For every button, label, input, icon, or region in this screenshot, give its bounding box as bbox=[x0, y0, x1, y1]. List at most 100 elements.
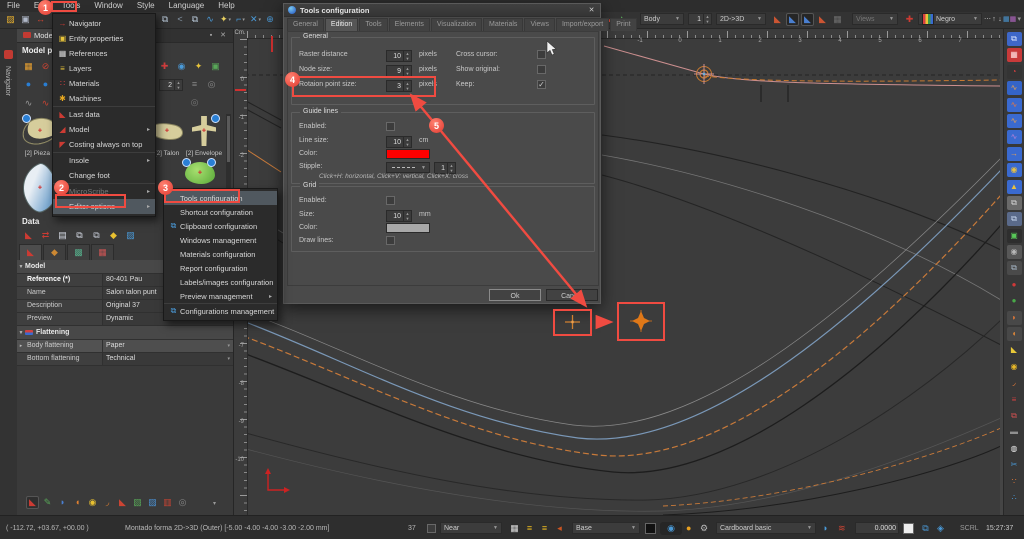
toolbar-icon[interactable]: ⋯ bbox=[984, 13, 991, 26]
material-dropdown[interactable]: Cardboard basic▼ bbox=[716, 522, 816, 534]
property-value[interactable]: Technical bbox=[106, 353, 135, 365]
bottom-tool-icon[interactable]: ✎ bbox=[41, 496, 54, 509]
data-tab[interactable]: ◆ bbox=[43, 244, 66, 261]
tool-icon[interactable]: ∿ bbox=[1007, 98, 1022, 112]
bottom-tool-icon[interactable]: ▨ bbox=[146, 496, 159, 509]
visibility-toggle[interactable]: ◉ bbox=[660, 522, 682, 535]
menu-item[interactable]: Windows management bbox=[164, 233, 277, 247]
data-toolbar-icon[interactable]: ▨ bbox=[124, 229, 137, 242]
dialog-tab[interactable]: Elements bbox=[389, 18, 430, 31]
menu-item[interactable]: ⧉ Configurations management bbox=[164, 303, 277, 318]
dialog-tab[interactable]: Visualization bbox=[431, 18, 482, 31]
data-toolbar-icon[interactable]: ⧉ bbox=[90, 229, 103, 242]
menu-item[interactable]: Tools configuration bbox=[164, 191, 277, 205]
toolbar-icon[interactable]: ▦ bbox=[1003, 13, 1010, 26]
tool-icon[interactable]: ✂ bbox=[1007, 458, 1022, 472]
grid-enabled-checkbox[interactable] bbox=[386, 196, 395, 205]
bottom-tool-icon[interactable]: ◣ bbox=[26, 496, 39, 509]
tool-icon[interactable]: ▬ bbox=[1007, 425, 1022, 439]
table-row[interactable]: ▸ Body flattening Paper▾ bbox=[17, 340, 233, 353]
tool-icon[interactable]: ⧉ bbox=[1007, 212, 1022, 226]
tool-icon[interactable]: ⧉ bbox=[1007, 261, 1022, 275]
toolbar-icon[interactable]: ⊕ bbox=[264, 13, 277, 26]
toolbar-icon[interactable]: ↔ bbox=[34, 13, 47, 26]
show-original-checkbox[interactable] bbox=[537, 65, 546, 74]
add-color-button[interactable]: ✚ bbox=[903, 13, 916, 26]
tool-icon[interactable]: ◞ bbox=[1007, 376, 1022, 390]
toolbar-icon[interactable]: ✕▾ bbox=[249, 13, 262, 26]
menu-item[interactable]: Insole ▸ bbox=[53, 152, 155, 168]
dialog-tab[interactable]: Print bbox=[610, 18, 636, 31]
dialog-tab[interactable]: Import/export bbox=[556, 18, 609, 31]
menu-item[interactable]: Preview management ▸ bbox=[164, 289, 277, 303]
menu-item[interactable]: ▣ Entity properties bbox=[53, 31, 155, 46]
dialog-tab[interactable]: Materials bbox=[483, 18, 523, 31]
dialog-title-bar[interactable]: Tools configuration bbox=[284, 4, 600, 17]
tool-icon[interactable]: ∿ bbox=[1007, 81, 1022, 95]
count-stepper[interactable]: 1▲▼ bbox=[688, 13, 712, 25]
menu-bar-item[interactable]: Edit bbox=[27, 0, 55, 12]
dialog-tab[interactable]: Edition bbox=[325, 18, 358, 31]
data-toolbar-icon[interactable]: ⇄ bbox=[39, 229, 52, 242]
menu-bar-item[interactable]: Help bbox=[211, 0, 241, 12]
close-icon[interactable]: ✕ bbox=[587, 6, 596, 15]
menu-item[interactable]: ◢ Model ▸ bbox=[53, 122, 155, 137]
status-icon[interactable]: ⧉ bbox=[919, 522, 932, 535]
pieces-toolbar-icon[interactable]: ◎ bbox=[188, 96, 201, 109]
ok-button[interactable]: Ok bbox=[489, 289, 541, 301]
toolbar-icon[interactable]: ▣ bbox=[19, 13, 32, 26]
shoe-view-icon[interactable]: ◣ bbox=[771, 13, 784, 26]
toolbar-icon[interactable]: ⧉ bbox=[189, 13, 202, 26]
tool-icon[interactable]: ⧉ bbox=[1007, 409, 1022, 423]
views-dropdown[interactable]: Views▼ bbox=[852, 13, 898, 25]
mode-dropdown[interactable]: 2D->3D▼ bbox=[716, 13, 766, 25]
bottom-tool-icon[interactable]: ◉ bbox=[86, 496, 99, 509]
status-icon[interactable]: ≡ bbox=[538, 522, 551, 535]
navigator-tab[interactable]: Navigator bbox=[4, 66, 11, 96]
tool-icon[interactable]: ≡ bbox=[1007, 393, 1022, 407]
toolbar-icon[interactable]: ⧉ bbox=[159, 13, 172, 26]
menu-item[interactable]: Shortcut configuration bbox=[164, 205, 277, 219]
table-group-flattening[interactable]: ▼ Flattening bbox=[17, 326, 233, 340]
lock-icon[interactable]: ● bbox=[686, 522, 691, 535]
data-toolbar-icon[interactable]: ▤ bbox=[56, 229, 69, 242]
dialog-tab[interactable]: General bbox=[287, 18, 324, 31]
data-tab[interactable]: ◣ bbox=[19, 244, 42, 261]
menu-item[interactable]: ∷ Materials bbox=[53, 76, 155, 91]
body-part-dropdown[interactable]: Body▼ bbox=[640, 13, 684, 25]
tool-icon[interactable]: ∿ bbox=[1007, 114, 1022, 128]
shoe-view-icon[interactable]: ◣ bbox=[786, 13, 799, 26]
toolbar-icon[interactable]: ⌐▾ bbox=[234, 13, 247, 26]
more-tools-arrow-icon[interactable]: ▾ bbox=[213, 500, 216, 507]
node-size-stepper[interactable]: 9▲▼ bbox=[386, 65, 412, 77]
tool-icon[interactable]: ◉ bbox=[1007, 245, 1022, 259]
dialog-tab[interactable]: Tools bbox=[359, 18, 387, 31]
menu-item[interactable]: ◤ Costing always on top bbox=[53, 137, 155, 152]
menu-item[interactable]: Report configuration bbox=[164, 261, 277, 275]
piece-item[interactable] bbox=[182, 160, 218, 186]
property-value[interactable]: Dynamic bbox=[106, 313, 133, 325]
status-icon[interactable]: ≡ bbox=[523, 522, 536, 535]
toolbar-icon[interactable]: ▾ bbox=[1016, 13, 1022, 26]
draw-lines-checkbox[interactable] bbox=[386, 236, 395, 245]
pieces-toolbar-icon[interactable]: ✦ bbox=[192, 60, 205, 73]
status-icon[interactable]: ▦ bbox=[508, 522, 521, 535]
bottom-tool-icon[interactable]: ◖ bbox=[71, 496, 84, 509]
bottom-tool-icon[interactable]: ◗ bbox=[56, 496, 69, 509]
pieces-count-stepper[interactable]: 2▲▼ bbox=[159, 79, 183, 91]
pieces-toolbar-icon[interactable]: ◎ bbox=[205, 78, 218, 91]
tool-icon[interactable]: ▲ bbox=[1007, 180, 1022, 194]
menu-item[interactable]: ▦ References bbox=[53, 46, 155, 61]
menu-item[interactable]: ⧉ Clipboard configuration bbox=[164, 219, 277, 233]
bottom-tool-icon[interactable]: ◎ bbox=[176, 496, 189, 509]
menu-bar-item[interactable]: File bbox=[0, 0, 27, 12]
panel-window-buttons[interactable]: ▪ ✕ bbox=[210, 31, 233, 39]
bottom-tool-icon[interactable]: ▥ bbox=[161, 496, 174, 509]
tool-icon[interactable]: ∵ bbox=[1007, 475, 1022, 489]
property-value[interactable]: Original 37 bbox=[106, 300, 140, 312]
toolbar-icon[interactable]: ∿ bbox=[204, 13, 217, 26]
menu-item[interactable]: MicroScribe ▸ bbox=[53, 183, 155, 199]
data-tab[interactable]: ▦ bbox=[91, 244, 114, 261]
shoe-view-icon[interactable]: ◣ bbox=[801, 13, 814, 26]
menu-bar-item[interactable]: Language bbox=[162, 0, 212, 12]
